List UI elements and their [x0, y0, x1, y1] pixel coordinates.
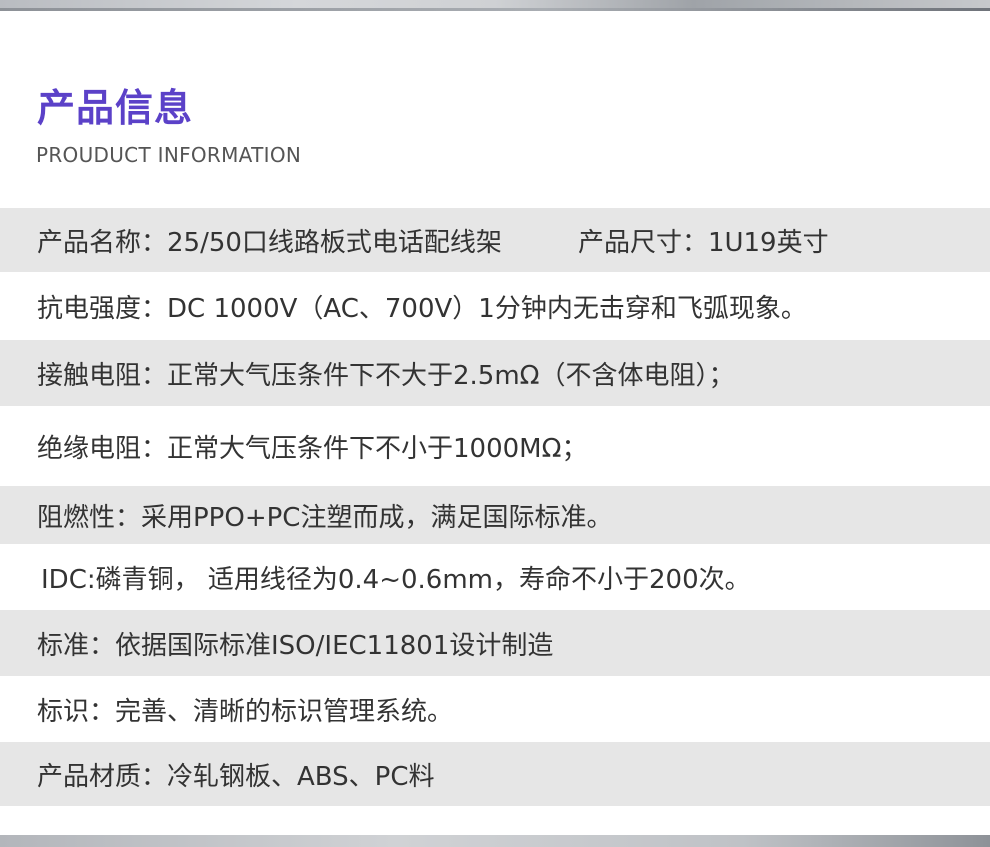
spec-dielectric-strength: 抗电强度：DC 1000V（AC、700V）1分钟内无击穿和飞弧现象。 [37, 293, 807, 324]
spec-contact-resistance: 接触电阻：正常大气压条件下不大于2.5mΩ（不含体电阻）； [37, 360, 735, 391]
spec-standard: 标准：依据国际标准ISO/IEC11801设计制造 [37, 630, 554, 661]
spec-row-name-size: 产品名称：25/50口线路板式电话配线架 产品尺寸：1U19英寸 [0, 208, 990, 272]
spec-insulation-resistance: 绝缘电阻：正常大气压条件下不小于1000MΩ； [37, 433, 588, 464]
spec-row-insulation-resistance: 绝缘电阻：正常大气压条件下不小于1000MΩ； [0, 406, 990, 486]
spec-row-flame-retardant: 阻燃性：采用PPO+PC注塑而成，满足国际标准。 [0, 486, 990, 544]
spec-material: 产品材质：冷轧钢板、ABS、PC料 [37, 761, 435, 792]
spec-flame-retardant: 阻燃性：采用PPO+PC注塑而成，满足国际标准。 [37, 502, 613, 533]
spec-row-standard: 标准：依据国际标准ISO/IEC11801设计制造 [0, 610, 990, 676]
bottom-decorative-bar [0, 835, 990, 847]
section-subtitle: PROUDUCT INFORMATION [36, 143, 302, 167]
top-decorative-bar [0, 0, 990, 11]
spec-row-material: 产品材质：冷轧钢板、ABS、PC料 [0, 742, 990, 806]
spec-row-contact-resistance: 接触电阻：正常大气压条件下不大于2.5mΩ（不含体电阻）； [0, 340, 990, 406]
spec-idc: IDC:磷青铜， 适用线径为0.4~0.6mm，寿命不小于200次。 [41, 564, 751, 595]
spec-product-name: 产品名称：25/50口线路板式电话配线架 [37, 227, 502, 258]
spec-row-marking: 标识：完善、清晰的标识管理系统。 [0, 676, 990, 742]
spec-row-dielectric: 抗电强度：DC 1000V（AC、700V）1分钟内无击穿和飞弧现象。 [0, 272, 990, 340]
spec-product-size: 产品尺寸：1U19英寸 [577, 227, 829, 258]
section-title: 产品信息 [37, 86, 194, 130]
spec-marking: 标识：完善、清晰的标识管理系统。 [37, 696, 454, 727]
spec-row-idc: IDC:磷青铜， 适用线径为0.4~0.6mm，寿命不小于200次。 [0, 544, 990, 610]
